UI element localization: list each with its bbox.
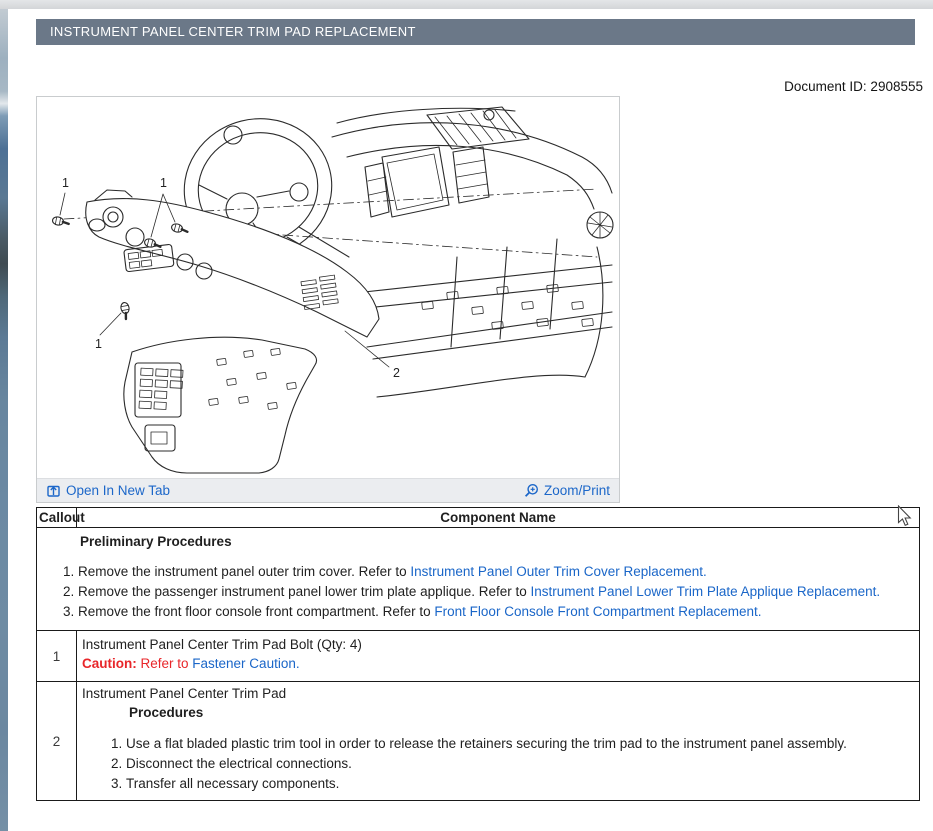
preliminary-procedures-list: Remove the instrument panel outer trim c… <box>37 562 913 622</box>
zoom-print-label: Zoom/Print <box>544 483 610 498</box>
procedure-step: Use a flat bladed plastic trim tool in o… <box>126 734 915 754</box>
caution-line: Caution: Refer to Fastener Caution. <box>82 654 915 673</box>
bolt-component-cell: Instrument Panel Center Trim Pad Bolt (Q… <box>77 631 919 681</box>
page-title: INSTRUMENT PANEL CENTER TRIM PAD REPLACE… <box>36 19 915 45</box>
step-text: Remove the passenger instrument panel lo… <box>78 584 531 599</box>
step-text: Remove the front floor console front com… <box>78 604 434 619</box>
reference-link[interactable]: Instrument Panel Outer Trim Cover Replac… <box>410 564 706 579</box>
callout-label-1c: 1 <box>95 337 102 351</box>
callout-label-1a: 1 <box>62 176 69 190</box>
callout-number: 1 <box>37 631 77 681</box>
table-row-bolt: 1 Instrument Panel Center Trim Pad Bolt … <box>37 631 919 682</box>
preliminary-procedures-heading: Preliminary Procedures <box>80 532 913 552</box>
open-in-new-tab-label: Open In New Tab <box>66 483 170 498</box>
trim-pad-component-cell: Instrument Panel Center Trim Pad Procedu… <box>77 682 919 800</box>
component-title: Instrument Panel Center Trim Pad Bolt (Q… <box>82 635 915 654</box>
window-top-strip <box>0 0 933 9</box>
open-in-new-tab-icon <box>46 483 61 498</box>
callout-label-2: 2 <box>393 366 400 380</box>
procedures-list: Use a flat bladed plastic trim tool in o… <box>82 734 915 794</box>
procedure-step: Disconnect the electrical connections. <box>126 754 915 774</box>
caution-label: Caution: <box>82 656 137 671</box>
callout-component-table: Callout Component Name Preliminary Proce… <box>36 507 920 801</box>
figure-frame: 1 1 1 2 Open In New Tab Zoom/Print <box>36 96 620 503</box>
procedure-step: Transfer all necessary components. <box>126 774 915 794</box>
center-stack-screen <box>365 147 489 217</box>
procedures-heading: Procedures <box>129 704 915 722</box>
document-id: Document ID: 2908555 <box>784 79 923 94</box>
callout-column-header: Callout <box>37 508 77 527</box>
open-in-new-tab-link[interactable]: Open In New Tab <box>46 483 170 498</box>
background-window-sliver <box>0 9 8 831</box>
preliminary-procedures-row: Preliminary Procedures Remove the instru… <box>37 528 919 631</box>
component-title: Instrument Panel Center Trim Pad <box>82 685 915 703</box>
table-row-trim-pad: 2 Instrument Panel Center Trim Pad Proce… <box>37 682 919 800</box>
figure-toolbar: Open In New Tab Zoom/Print <box>37 478 619 502</box>
component-name-column-header: Component Name <box>77 508 919 527</box>
vehicle-parts-diagram: 1 1 1 2 <box>37 97 619 478</box>
reference-link[interactable]: Front Floor Console Front Compartment Re… <box>434 604 761 619</box>
table-header-row: Callout Component Name <box>37 508 919 528</box>
preliminary-step: Remove the instrument panel outer trim c… <box>78 562 913 582</box>
preliminary-procedures-cell: Preliminary Procedures Remove the instru… <box>37 528 919 631</box>
reference-link[interactable]: Instrument Panel Lower Trim Plate Appliq… <box>531 584 881 599</box>
fastener-caution-link[interactable]: Fastener Caution. <box>192 656 299 671</box>
zoom-print-link[interactable]: Zoom/Print <box>524 483 610 498</box>
preliminary-step: Remove the front floor console front com… <box>78 602 913 622</box>
callout-number: 2 <box>37 682 77 800</box>
center-console <box>124 337 317 473</box>
zoom-magnifier-icon <box>524 483 539 498</box>
step-text: Remove the instrument panel outer trim c… <box>78 564 410 579</box>
figure-canvas: 1 1 1 2 <box>37 97 619 478</box>
defroster-vent <box>427 107 529 149</box>
caution-text: Refer to <box>137 656 193 671</box>
preliminary-step: Remove the passenger instrument panel lo… <box>78 582 913 602</box>
trim-pad-part <box>86 190 379 337</box>
callout-label-1b: 1 <box>160 176 167 190</box>
